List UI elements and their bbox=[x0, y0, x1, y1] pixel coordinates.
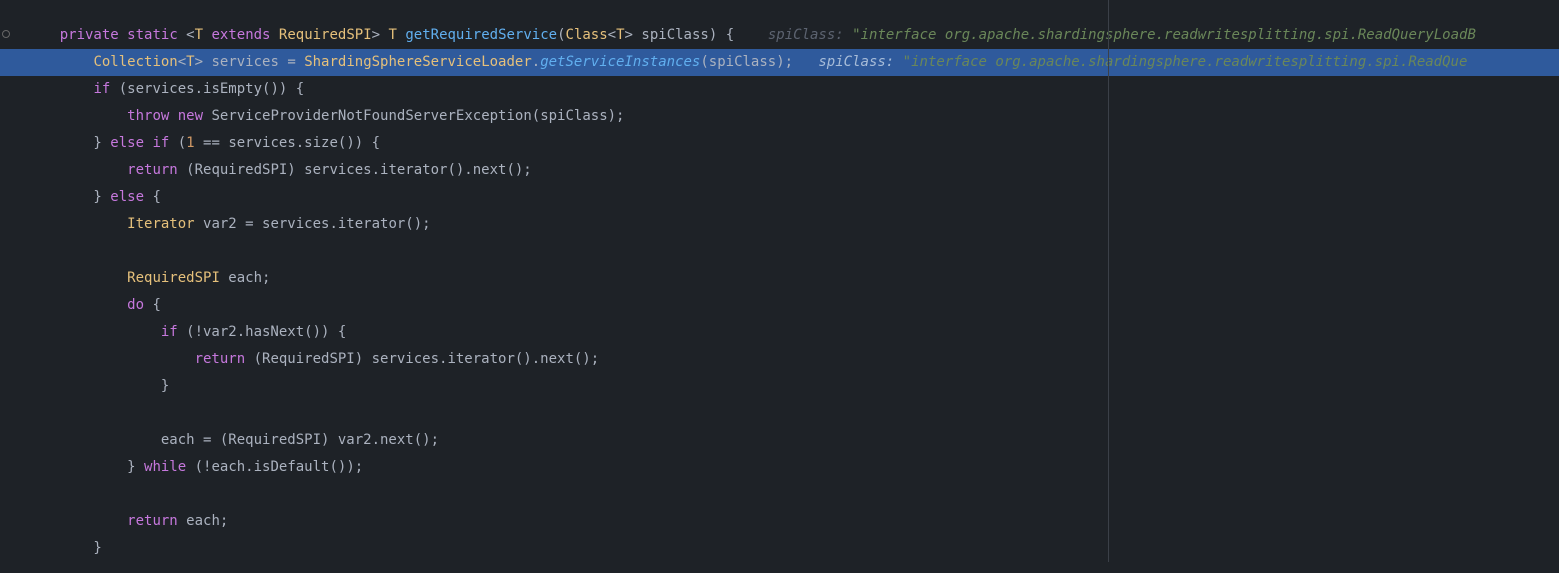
inline-hint-value: "interface org.apache.shardingsphere.rea… bbox=[903, 54, 1468, 70]
breakpoint-marker[interactable] bbox=[2, 30, 10, 38]
code-line[interactable]: return (RequiredSPI) services.iterator()… bbox=[0, 346, 1559, 373]
code-line[interactable]: return (RequiredSPI) services.iterator()… bbox=[0, 157, 1559, 184]
code-line[interactable]: if (!var2.hasNext()) { bbox=[0, 319, 1559, 346]
code-line[interactable] bbox=[0, 400, 1559, 427]
code-line[interactable]: throw new ServiceProviderNotFoundServerE… bbox=[0, 103, 1559, 130]
inline-hint-value: "interface org.apache.shardingsphere.rea… bbox=[852, 27, 1476, 43]
code-line[interactable]: Iterator var2 = services.iterator(); bbox=[0, 211, 1559, 238]
code-line[interactable]: private static <T extends RequiredSPI> T… bbox=[0, 22, 1559, 49]
column-ruler bbox=[1108, 0, 1109, 562]
code-line[interactable]: do { bbox=[0, 292, 1559, 319]
code-line[interactable]: } bbox=[0, 373, 1559, 400]
code-line[interactable]: return each; bbox=[0, 508, 1559, 535]
code-line[interactable]: each = (RequiredSPI) var2.next(); bbox=[0, 427, 1559, 454]
code-line-current[interactable]: Collection<T> services = ShardingSphereS… bbox=[0, 49, 1559, 76]
inline-hint-label: spiClass: bbox=[818, 54, 902, 70]
code-line[interactable]: } else { bbox=[0, 184, 1559, 211]
inline-hint-label: spiClass: bbox=[768, 27, 852, 43]
code-line[interactable]: RequiredSPI each; bbox=[0, 265, 1559, 292]
code-line[interactable]: } else if (1 == services.size()) { bbox=[0, 130, 1559, 157]
code-line[interactable]: } while (!each.isDefault()); bbox=[0, 454, 1559, 481]
code-line[interactable]: } bbox=[0, 535, 1559, 562]
code-line[interactable]: if (services.isEmpty()) { bbox=[0, 76, 1559, 103]
code-editor[interactable]: private static <T extends RequiredSPI> T… bbox=[0, 0, 1559, 562]
code-line[interactable] bbox=[0, 481, 1559, 508]
code-line[interactable] bbox=[0, 238, 1559, 265]
